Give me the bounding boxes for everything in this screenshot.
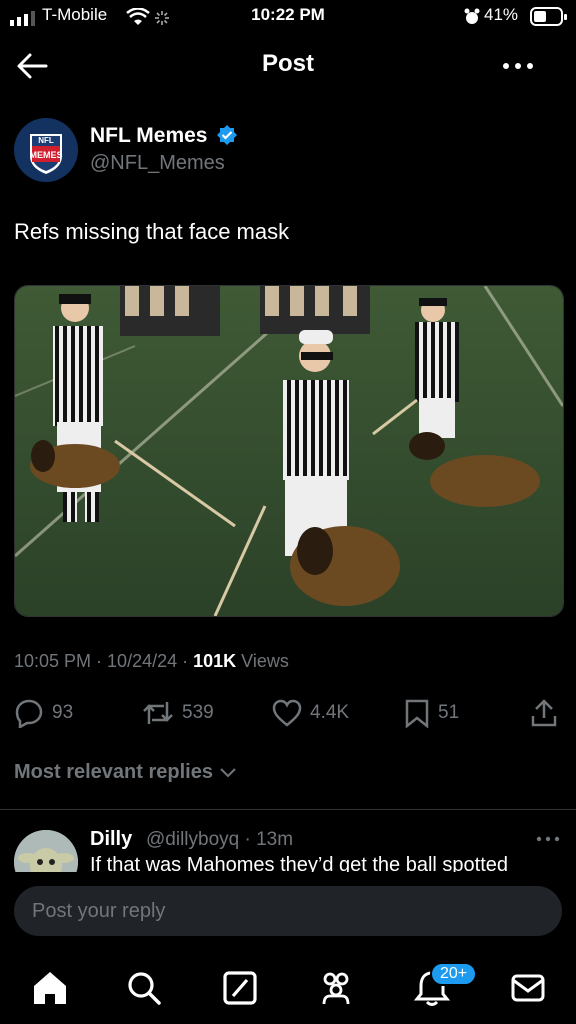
grok-icon[interactable]	[220, 968, 260, 1008]
page-title: Post	[261, 50, 314, 77]
svg-text:MEMES: MEMES	[29, 150, 62, 160]
chevron-down-icon	[219, 768, 236, 778]
reply-icon	[15, 699, 43, 728]
notification-badge: 20+	[430, 962, 478, 986]
heart-icon	[272, 699, 302, 727]
reply-action[interactable]: 93	[14, 690, 73, 736]
post-media-image[interactable]	[14, 285, 564, 617]
like-count: 4.4K	[310, 702, 350, 723]
top-header: Post	[0, 36, 576, 96]
views-count: 101K	[193, 651, 237, 671]
reply-more-icon[interactable]	[536, 836, 560, 842]
home-icon[interactable]	[30, 968, 70, 1008]
divider	[0, 809, 576, 810]
post-timestamp: 10:05 PM · 10/24/24 ·	[14, 651, 194, 671]
battery-icon	[530, 7, 567, 26]
nfl-memes-logo: NFL MEMES	[14, 118, 78, 182]
reply-author-handle[interactable]: @dillyboyq · 13m	[146, 829, 293, 851]
replies-sort-label[interactable]: Most relevant replies	[14, 761, 213, 783]
replies-sort-dropdown[interactable]: Most relevant replies	[14, 761, 237, 784]
reply-author-name[interactable]: Dilly	[90, 828, 132, 851]
post-text: Refs missing that face mask	[14, 219, 290, 244]
messages-icon[interactable]	[508, 968, 548, 1008]
author-handle[interactable]: @NFL_Memes	[90, 152, 225, 175]
bookmark-action[interactable]: 51	[404, 690, 459, 736]
svg-text:NFL: NFL	[38, 136, 54, 145]
alarm-icon	[464, 8, 480, 24]
views-label: Views	[236, 651, 289, 671]
bottom-tab-bar	[0, 950, 576, 1024]
reply-composer-placeholder[interactable]: Post your reply	[32, 900, 165, 923]
repost-icon	[143, 702, 173, 724]
post-metadata: 10:05 PM · 10/24/24 · 101K Views	[14, 651, 289, 672]
bookmark-count: 51	[438, 702, 460, 723]
bookmark-icon	[405, 699, 429, 728]
battery-percent: 41%	[484, 5, 519, 24]
author-avatar[interactable]: NFL MEMES	[14, 118, 78, 182]
communities-icon[interactable]	[316, 968, 356, 1008]
status-bar: T-Mobile 10:22 PM 41%	[0, 0, 576, 36]
search-icon[interactable]	[124, 968, 164, 1008]
author-name-text[interactable]: NFL Memes	[90, 124, 207, 147]
repost-action[interactable]: 539	[142, 690, 214, 736]
author-name[interactable]: NFL Memes	[90, 124, 238, 148]
verified-badge-icon	[217, 125, 238, 145]
more-options-icon[interactable]	[502, 62, 534, 70]
share-icon[interactable]	[530, 698, 558, 728]
post-actions-bar: 93 539 4.4K 51	[0, 690, 576, 736]
reply-count: 93	[52, 702, 74, 723]
referees-with-dogs-illustration	[15, 286, 563, 616]
like-action[interactable]: 4.4K	[272, 690, 349, 736]
reply-composer-input[interactable]: Post your reply	[14, 886, 562, 936]
repost-count: 539	[182, 702, 214, 723]
